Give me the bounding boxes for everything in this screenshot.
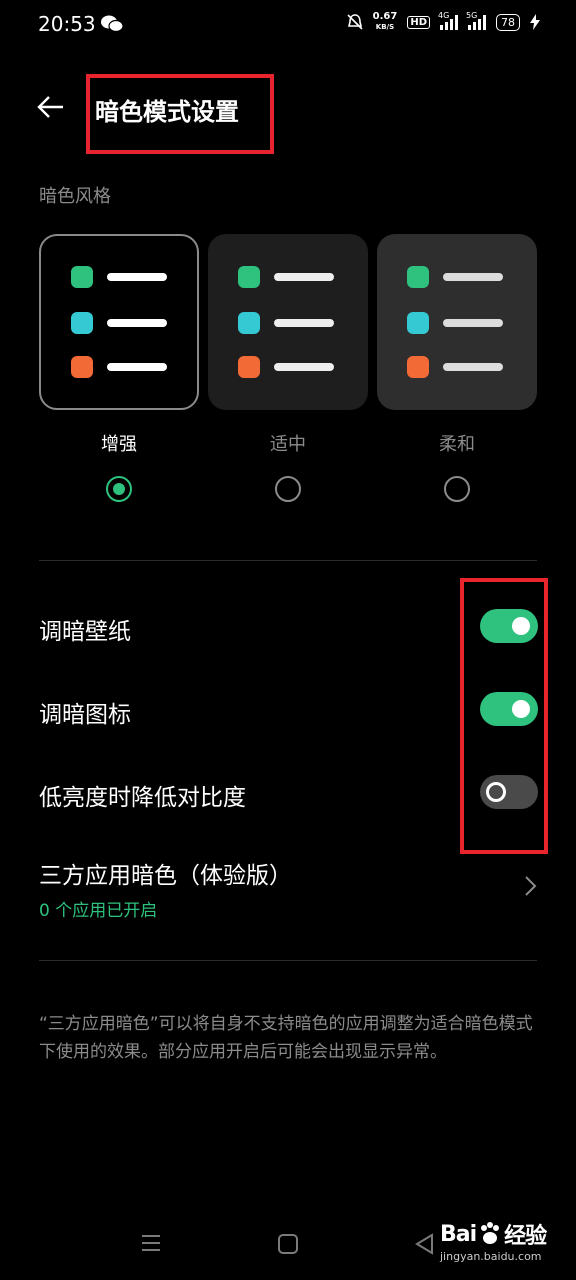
dim-icons-label: 调暗图标: [39, 702, 131, 728]
radio-enhanced[interactable]: [106, 476, 132, 502]
third-party-dark-label[interactable]: 三方应用暗色（体验版）: [39, 856, 292, 890]
signal-icon-sim2: 5G: [466, 11, 486, 30]
charging-icon: [530, 14, 540, 30]
baidu-jingyan-watermark: Bai 经验 jingyan.baidu.com: [440, 1221, 547, 1264]
divider: [39, 960, 537, 961]
third-party-status: 0 个应用已开启: [39, 901, 158, 921]
style-label-soft: 柔和: [439, 434, 475, 455]
battery-indicator: 78: [496, 13, 520, 31]
style-card-medium[interactable]: [208, 234, 368, 410]
menu-icon[interactable]: [140, 1232, 162, 1254]
radio-soft[interactable]: [444, 476, 470, 502]
low-contrast-label: 低亮度时降低对比度: [39, 785, 246, 811]
home-icon[interactable]: [278, 1234, 298, 1254]
divider: [39, 560, 537, 561]
dim-wallpaper-label: 调暗壁纸: [39, 619, 131, 645]
chevron-right-icon[interactable]: [520, 874, 540, 898]
paw-icon: [481, 1222, 500, 1244]
back-arrow-icon[interactable]: [36, 92, 66, 122]
nav-back-icon[interactable]: [414, 1233, 434, 1255]
radio-medium[interactable]: [275, 476, 301, 502]
dark-style-section-label: 暗色风格: [39, 186, 111, 207]
mute-bell-icon: [347, 14, 363, 30]
style-label-medium: 适中: [270, 434, 306, 455]
status-time: 20:53: [38, 12, 96, 36]
title-highlight-box: [86, 74, 274, 154]
style-card-enhanced[interactable]: [39, 234, 199, 410]
style-label-enhanced: 增强: [101, 434, 137, 455]
toggles-highlight-box: [460, 578, 548, 854]
status-icons: 0.67 KB/S HD 4G 5G 78: [347, 11, 540, 32]
net-speed: 0.67 KB/S: [372, 11, 398, 32]
wechat-icon: [101, 15, 124, 33]
style-card-soft[interactable]: [377, 234, 537, 410]
signal-icon-sim1: 4G: [438, 11, 458, 30]
hd-badge: HD: [407, 15, 430, 29]
footnote-text: “三方应用暗色”可以将自身不支持暗色的应用调整为适合暗色模式下使用的效果。部分应…: [39, 1014, 533, 1062]
